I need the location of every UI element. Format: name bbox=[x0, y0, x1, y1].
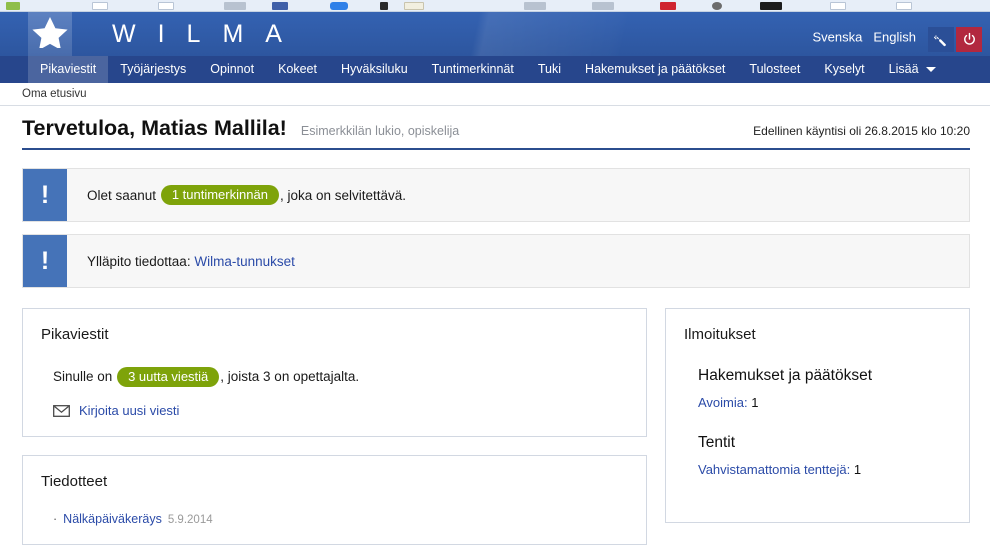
nav-item-tulosteet[interactable]: Tulosteet bbox=[737, 56, 812, 83]
site-header: WILMA Svenska English bbox=[0, 12, 990, 56]
new-messages-badge[interactable]: 3 uutta viestiä bbox=[117, 367, 220, 387]
nav-item-kyselyt[interactable]: Kyselyt bbox=[812, 56, 876, 83]
wilma-wordmark: WILMA bbox=[112, 20, 304, 48]
alert-yllapito[interactable]: ! Ylläpito tiedottaa: Wilma-tunnukset bbox=[22, 234, 970, 288]
alert-body: Olet saanut 1 tuntimerkinnän, joka on se… bbox=[67, 169, 406, 221]
panel-pikaviestit: Pikaviestit Sinulle on 3 uutta viestiä, … bbox=[22, 308, 647, 437]
bookmark-favicon[interactable] bbox=[712, 2, 722, 10]
right-column: Ilmoitukset Hakemukset ja päätökset Avoi… bbox=[665, 308, 970, 548]
logout-button[interactable] bbox=[956, 27, 982, 52]
pikaviestit-text-after: , joista 3 on opettajalta. bbox=[220, 369, 360, 384]
nav-item-hyvaksiluku[interactable]: Hyväksiluku bbox=[329, 56, 420, 83]
alert-text-after: , joka on selvitettävä. bbox=[279, 187, 407, 203]
wilma-star-logo-icon bbox=[32, 17, 68, 48]
alert-link-wilma-tunnukset[interactable]: Wilma-tunnukset bbox=[194, 254, 295, 269]
alert-body: Ylläpito tiedottaa: Wilma-tunnukset bbox=[67, 235, 295, 287]
main-navigation[interactable]: Pikaviestit Työjärjestys Opinnot Kokeet … bbox=[0, 56, 990, 83]
language-link-svenska[interactable]: Svenska bbox=[812, 30, 862, 45]
breadcrumb-current: Oma etusivu bbox=[22, 88, 87, 100]
nav-item-opinnot[interactable]: Opinnot bbox=[198, 56, 266, 83]
bookmark-favicon[interactable] bbox=[330, 2, 348, 10]
group-heading: Tentit bbox=[698, 434, 736, 451]
ilmoitukset-count: 1 bbox=[751, 395, 759, 410]
envelope-icon bbox=[53, 404, 70, 417]
nav-more-label: Lisää bbox=[888, 62, 919, 76]
bookmark-favicon[interactable] bbox=[404, 2, 424, 10]
bookmark-favicon[interactable] bbox=[272, 2, 288, 10]
language-switcher[interactable]: Svenska English bbox=[812, 30, 916, 45]
nav-item-tuki[interactable]: Tuki bbox=[526, 56, 573, 83]
bookmark-favicon[interactable] bbox=[380, 2, 388, 10]
ilmoitukset-line[interactable]: Avoimia: 1 bbox=[698, 395, 951, 410]
power-icon bbox=[963, 32, 975, 45]
page-title: Tervetuloa, Matias Mallila! bbox=[22, 116, 287, 140]
alerts-section: ! Olet saanut 1 tuntimerkinnän, joka on … bbox=[0, 150, 990, 288]
ilmoitukset-count: 1 bbox=[853, 462, 862, 477]
list-item[interactable]: · Nälkäpäiväkeräys 5.9.2014 bbox=[41, 512, 628, 526]
last-visit-text: Edellinen käyntisi oli 26.8.2015 klo 10:… bbox=[753, 124, 970, 138]
nav-item-hakemukset-ja-paatokset[interactable]: Hakemukset ja päätökset bbox=[573, 56, 737, 83]
panel-title-ilmoitukset: Ilmoitukset bbox=[684, 326, 756, 343]
exclamation-icon: ! bbox=[23, 235, 67, 287]
panel-title-tiedotteet: Tiedotteet bbox=[41, 473, 108, 490]
browser-bookmarks-bar[interactable] bbox=[0, 0, 990, 12]
welcome-row: Tervetuloa, Matias Mallila! Esimerkkilän… bbox=[0, 106, 990, 148]
bookmark-favicon[interactable] bbox=[92, 2, 108, 10]
breadcrumb: Oma etusivu bbox=[0, 83, 990, 106]
alert-text-before: Olet saanut bbox=[87, 187, 157, 203]
ilmoitukset-line[interactable]: Vahvistamattomia tenttejä: 1 bbox=[698, 462, 951, 477]
notice-date: 5.9.2014 bbox=[167, 514, 213, 526]
nav-item-more[interactable]: Lisää bbox=[877, 56, 948, 83]
panel-ilmoitukset: Ilmoitukset Hakemukset ja päätökset Avoi… bbox=[665, 308, 970, 523]
bookmark-favicon[interactable] bbox=[592, 2, 614, 10]
ilmoitukset-group-hakemukset: Hakemukset ja päätökset Avoimia: 1 bbox=[684, 367, 951, 410]
ilmoitukset-link-avoimia[interactable]: Avoimia: bbox=[698, 395, 748, 410]
settings-button[interactable] bbox=[928, 27, 954, 52]
alert-text-before: Ylläpito tiedottaa: bbox=[87, 253, 191, 269]
bookmark-favicon[interactable] bbox=[660, 2, 676, 10]
nav-item-tuntimerkinnat[interactable]: Tuntimerkinnät bbox=[420, 56, 526, 83]
exclamation-icon: ! bbox=[23, 169, 67, 221]
panel-title-pikaviestit: Pikaviestit bbox=[41, 326, 109, 343]
ilmoitukset-group-tentit: Tentit Vahvistamattomia tenttejä: 1 bbox=[684, 434, 951, 477]
user-role-subtitle: Esimerkkilän lukio, opiskelija bbox=[300, 124, 460, 138]
nav-item-tyojarjestys[interactable]: Työjärjestys bbox=[108, 56, 198, 83]
compose-message-row[interactable]: Kirjoita uusi viesti bbox=[41, 403, 628, 418]
left-column: Pikaviestit Sinulle on 3 uutta viestiä, … bbox=[22, 308, 647, 548]
bookmark-favicon[interactable] bbox=[224, 2, 246, 10]
pikaviestit-summary: Sinulle on 3 uutta viestiä, joista 3 on … bbox=[41, 367, 628, 387]
pikaviestit-text-before: Sinulle on bbox=[53, 369, 113, 384]
language-link-english[interactable]: English bbox=[873, 30, 916, 45]
bookmark-favicon[interactable] bbox=[760, 2, 782, 10]
chevron-down-icon bbox=[925, 67, 936, 72]
notice-link[interactable]: Nälkäpäiväkeräys bbox=[63, 512, 162, 526]
status-badge[interactable]: 1 tuntimerkinnän bbox=[160, 185, 279, 205]
ilmoitukset-link-vahvistamattomia[interactable]: Vahvistamattomia tenttejä: bbox=[698, 462, 850, 477]
compose-message-link[interactable]: Kirjoita uusi viesti bbox=[79, 403, 179, 418]
alert-tuntimerkinta[interactable]: ! Olet saanut 1 tuntimerkinnän, joka on … bbox=[22, 168, 970, 222]
nav-item-pikaviestit[interactable]: Pikaviestit bbox=[28, 56, 109, 83]
bookmark-favicon[interactable] bbox=[6, 2, 20, 10]
bookmark-favicon[interactable] bbox=[830, 2, 846, 10]
bookmark-favicon[interactable] bbox=[524, 2, 546, 10]
panel-tiedotteet: Tiedotteet · Nälkäpäiväkeräys 5.9.2014 bbox=[22, 455, 647, 545]
content-columns: Pikaviestit Sinulle on 3 uutta viestiä, … bbox=[0, 300, 990, 548]
group-heading: Hakemukset ja päätökset bbox=[698, 367, 873, 384]
bookmark-favicon[interactable] bbox=[896, 2, 912, 10]
bookmark-favicon[interactable] bbox=[158, 2, 174, 10]
nav-item-kokeet[interactable]: Kokeet bbox=[266, 56, 329, 83]
bullet-icon: · bbox=[53, 512, 58, 526]
wrench-icon bbox=[933, 34, 946, 47]
